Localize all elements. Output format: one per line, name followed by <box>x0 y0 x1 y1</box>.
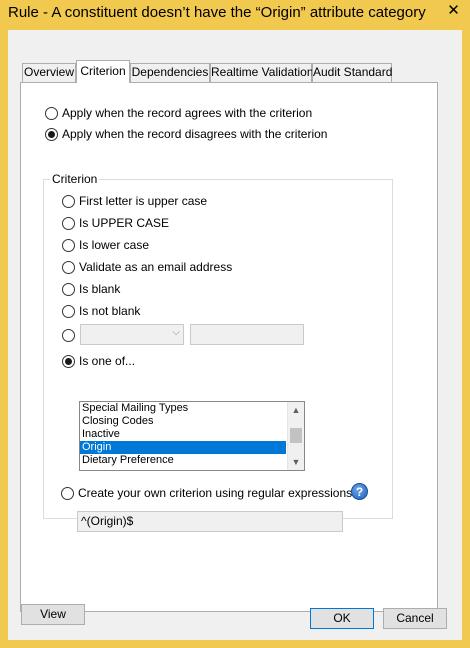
radio-button[interactable] <box>45 106 58 120</box>
criterion-option-lower-case[interactable]: Is lower case <box>62 237 149 253</box>
ok-button-label: OK <box>333 611 351 625</box>
apply-agrees-label: Apply when the record agrees with the cr… <box>62 106 313 120</box>
criterion-panel: Apply when the record agrees with the cr… <box>20 82 438 612</box>
list-item[interactable]: Closing Codes <box>80 415 286 428</box>
chevron-down-icon: ⌵ <box>172 327 180 338</box>
tab-audit-standard[interactable]: Audit Standard <box>312 63 392 82</box>
radio-button[interactable] <box>61 486 74 500</box>
option-label: Create your own criterion using regular … <box>78 486 353 500</box>
radio-button[interactable] <box>62 260 75 274</box>
window-title: Rule - A constituent doesn’t have the “O… <box>8 4 426 21</box>
close-icon[interactable]: ✕ <box>437 0 470 22</box>
option-label: Is one of... <box>79 354 136 368</box>
title-bar[interactable]: Rule - A constituent doesn’t have the “O… <box>0 0 470 30</box>
apply-disagrees-label: Apply when the record disagrees with the… <box>62 127 328 141</box>
option-label: Is UPPER CASE <box>79 216 170 230</box>
criterion-option-upper-case[interactable]: Is UPPER CASE <box>62 215 169 231</box>
criterion-option-custom[interactable] <box>62 327 79 343</box>
criterion-option-is-one-of[interactable]: Is one of... <box>62 353 135 369</box>
radio-button[interactable] <box>62 282 75 296</box>
option-label: Is lower case <box>79 238 150 252</box>
criterion-option-email[interactable]: Validate as an email address <box>62 259 232 275</box>
criterion-option-upper-first[interactable]: First letter is upper case <box>62 193 207 209</box>
list-item[interactable]: Dietary Preference <box>80 454 286 467</box>
list-item[interactable]: Inactive <box>80 428 286 441</box>
criterion-option-not-blank[interactable]: Is not blank <box>62 303 140 319</box>
criterion-group-label: Criterion <box>50 172 100 186</box>
apply-agrees-option[interactable]: Apply when the record agrees with the cr… <box>45 105 312 121</box>
rule-dialog: Rule - A constituent doesn’t have the “O… <box>0 0 470 648</box>
radio-button[interactable] <box>62 304 75 318</box>
tab-label: Overview <box>23 65 74 79</box>
view-button-label: View <box>40 607 66 621</box>
attribute-category-list[interactable]: Special Mailing Types Closing Codes Inac… <box>79 401 305 471</box>
radio-button[interactable] <box>62 238 75 252</box>
option-label: Is not blank <box>79 304 141 318</box>
help-icon[interactable]: ? <box>351 483 368 500</box>
radio-button[interactable] <box>62 216 75 230</box>
tab-label: Audit Standard <box>313 65 393 79</box>
tab-realtime-validation[interactable]: Realtime Validation <box>210 63 314 82</box>
tab-criterion[interactable]: Criterion <box>76 60 130 83</box>
radio-button[interactable] <box>62 328 75 342</box>
apply-disagrees-option[interactable]: Apply when the record disagrees with the… <box>45 126 327 142</box>
radio-button-checked[interactable] <box>62 354 75 368</box>
dialog-client-area: Overview Criterion Dependencies Realtime… <box>8 30 462 640</box>
ok-button[interactable]: OK <box>310 608 374 629</box>
criterion-option-regex[interactable]: Create your own criterion using regular … <box>61 485 352 501</box>
custom-operator-combo[interactable]: ⌵ <box>80 324 184 345</box>
option-label: Validate as an email address <box>79 260 233 274</box>
radio-button-checked[interactable] <box>45 127 58 141</box>
regex-value: ^(Origin)$ <box>81 514 134 528</box>
list-scrollbar[interactable]: ▲ ▼ <box>287 402 304 470</box>
tab-label: Dependencies <box>131 65 209 79</box>
list-item[interactable]: Special Mailing Types <box>80 402 286 415</box>
view-button[interactable]: View <box>21 604 85 625</box>
tab-dependencies[interactable]: Dependencies <box>130 63 210 82</box>
tab-label: Realtime Validation <box>211 65 314 79</box>
cancel-button[interactable]: Cancel <box>383 608 447 629</box>
radio-button[interactable] <box>62 194 75 208</box>
list-item-selected[interactable]: Origin <box>80 441 286 454</box>
criterion-option-blank[interactable]: Is blank <box>62 281 120 297</box>
tab-label: Criterion <box>80 64 126 78</box>
option-label: Is blank <box>79 282 121 296</box>
scroll-thumb[interactable] <box>290 428 302 443</box>
regex-field[interactable]: ^(Origin)$ <box>77 511 343 532</box>
scroll-up-icon[interactable]: ▲ <box>288 402 304 418</box>
scroll-down-icon[interactable]: ▼ <box>288 454 304 470</box>
cancel-button-label: Cancel <box>396 611 434 625</box>
custom-value-field[interactable] <box>190 324 304 345</box>
tab-overview[interactable]: Overview <box>22 63 76 82</box>
option-label: First letter is upper case <box>79 194 208 208</box>
